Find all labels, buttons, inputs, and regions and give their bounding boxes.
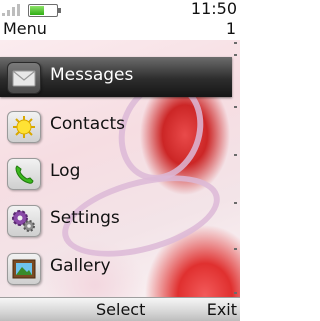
menu-item-label: Log (50, 161, 81, 181)
picture-icon (7, 253, 41, 285)
gears-icon (7, 205, 41, 237)
exit-softkey[interactable]: Exit (207, 300, 237, 319)
menu-item-log[interactable]: Log (0, 153, 232, 193)
phone-icon (7, 158, 41, 190)
battery-icon (28, 4, 61, 17)
envelope-icon (7, 62, 41, 94)
menu-item-label: Contacts (50, 114, 125, 134)
menu-item-contacts[interactable]: Contacts (0, 106, 232, 146)
sun-contacts-icon (7, 111, 41, 143)
menu-item-label: Messages (50, 65, 134, 85)
softkey-bar: Select Exit (0, 297, 240, 321)
menu-item-settings[interactable]: Settings (0, 200, 232, 240)
scrollbar[interactable] (233, 42, 238, 296)
select-softkey[interactable]: Select (96, 300, 145, 319)
menu-item-label: Gallery (50, 256, 111, 276)
menu-item-gallery[interactable]: Gallery (0, 248, 232, 288)
item-index: 1 (225, 19, 236, 38)
clock: 11:50 (190, 0, 237, 18)
menu-item-label: Settings (50, 208, 120, 228)
menu-item-messages[interactable]: Messages (0, 57, 232, 97)
status-bar: 11:50 Menu 1 (0, 0, 240, 40)
signal-icon (2, 2, 24, 16)
page-title: Menu (3, 19, 47, 38)
